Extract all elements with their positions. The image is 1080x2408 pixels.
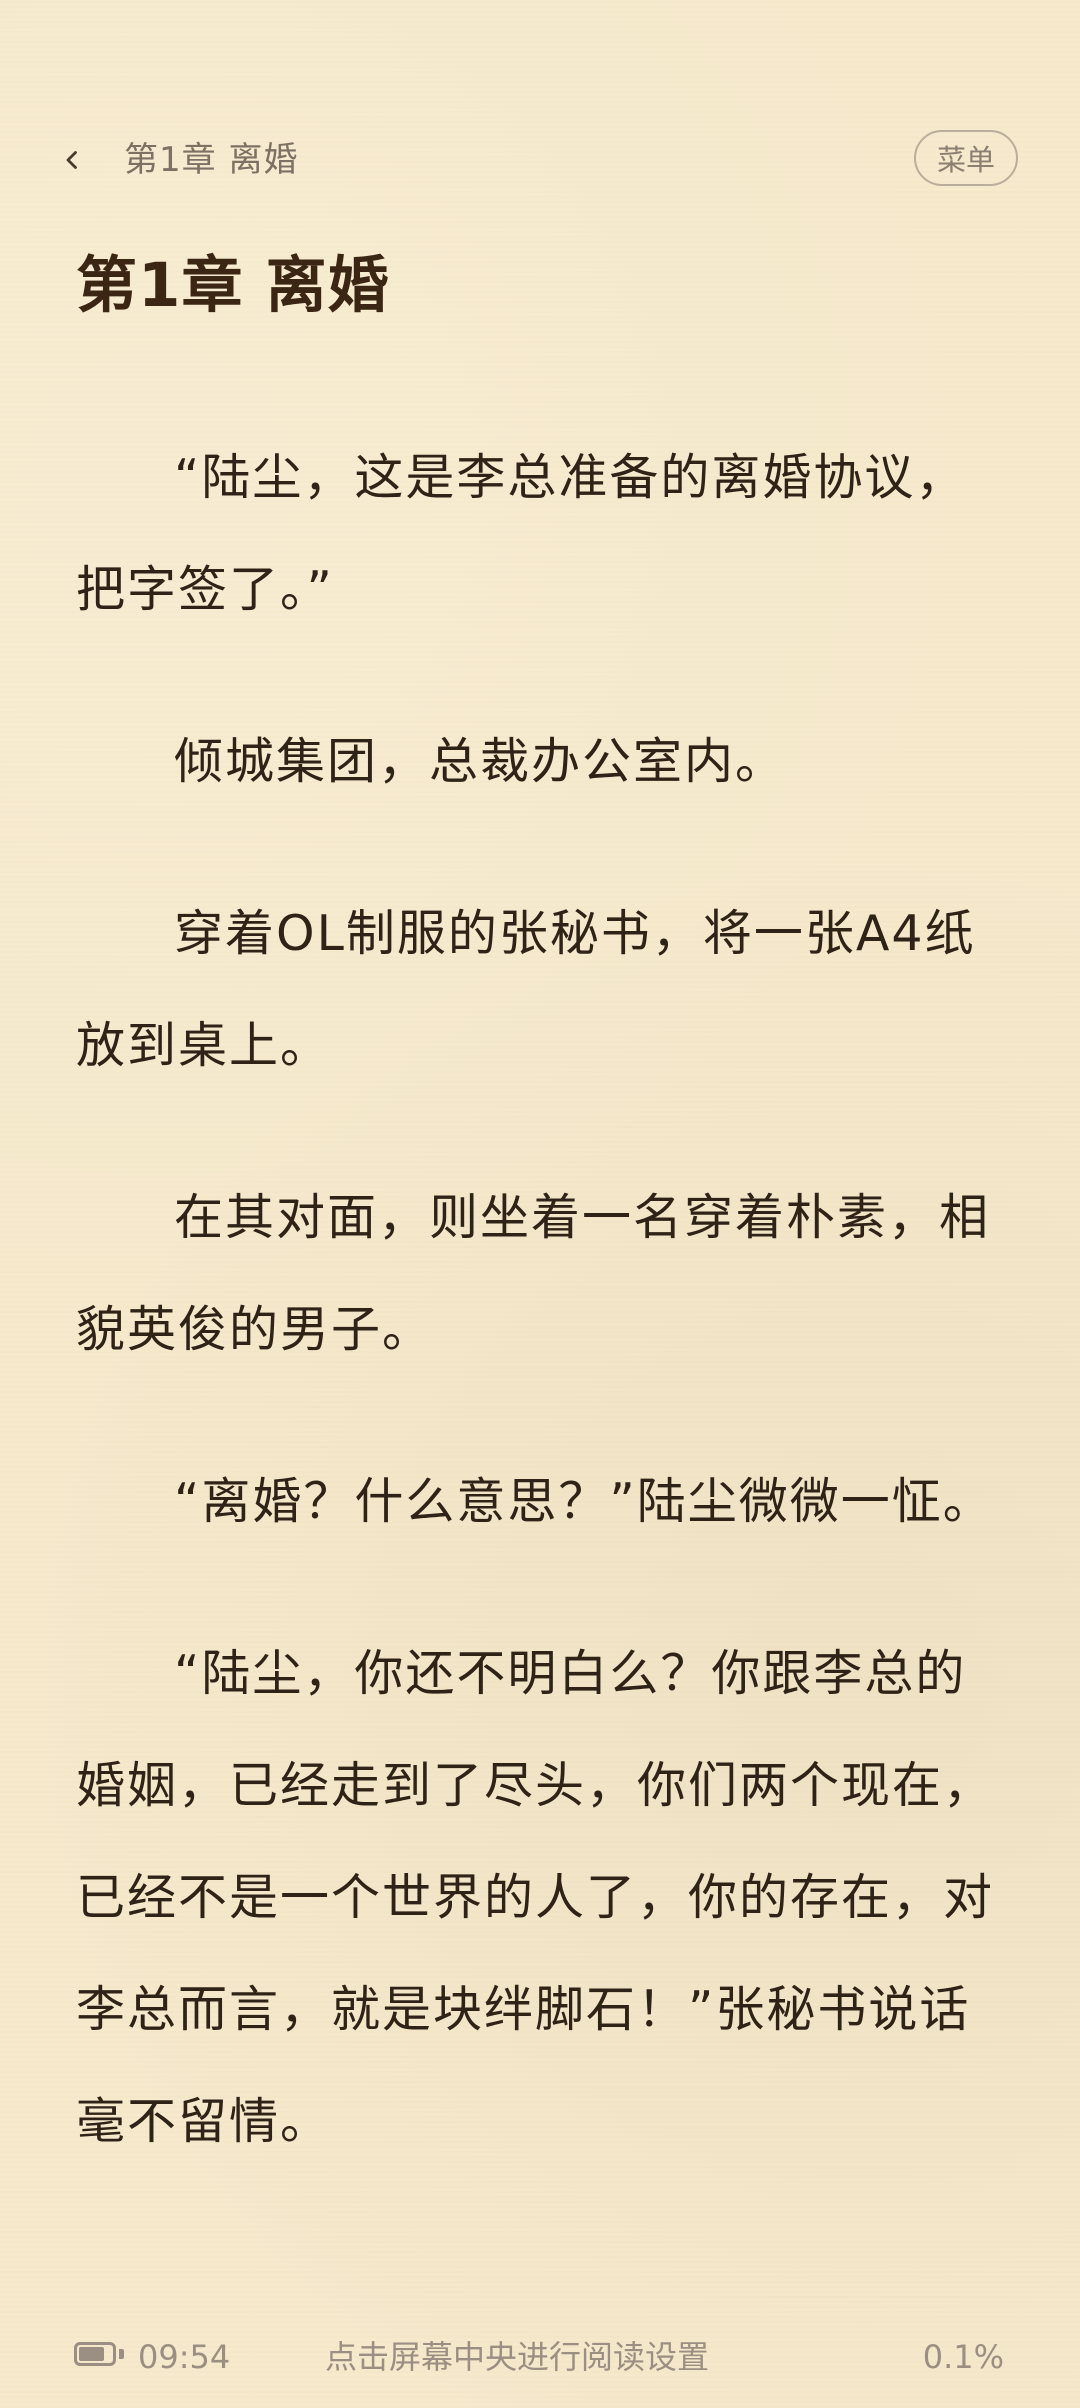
menu-button[interactable]: 菜单 (914, 130, 1018, 186)
chapter-paragraph: 穿着OL制服的张秘书，将一张A4纸放到桌上。 (76, 905, 976, 1074)
reading-progress: 0.1% (922, 2338, 1004, 2376)
chapter-title: 第1章 离婚 (76, 250, 390, 321)
battery-icon (74, 2342, 124, 2368)
chapter-paragraph: “陆尘，这是李总准备的离婚协议，把字签了。” (76, 449, 967, 618)
chevron-left-icon (60, 148, 84, 172)
reading-settings-hint[interactable]: 点击屏幕中央进行阅读设置 (325, 2328, 709, 2386)
chapter-content: “陆尘，这是李总准备的离婚协议，把字签了。” 倾城集团，总裁办公室内。 穿着OL… (76, 422, 1004, 2238)
chapter-paragraph: 倾城集团，总裁办公室内。 (174, 733, 787, 790)
back-button[interactable] (50, 138, 94, 182)
chapter-paragraph: “离婚？什么意思？”陆尘微微一怔。 (174, 1473, 994, 1530)
chapter-paragraph: “陆尘，你还不明白么？你跟李总的婚姻，已经走到了尽头，你们两个现在，已经不是一个… (76, 1645, 995, 2150)
reader-top-bar: 第1章 离婚 菜单 (0, 120, 1080, 200)
reader-status-bar: 09:54 点击屏幕中央进行阅读设置 0.1% (0, 2328, 1080, 2386)
battery-tip (119, 2349, 124, 2359)
battery-level (79, 2347, 104, 2361)
status-time: 09:54 (138, 2338, 231, 2376)
header-chapter-title: 第1章 离婚 (124, 140, 299, 180)
chapter-paragraph: 在其对面，则坐着一名穿着朴素，相貌英俊的男子。 (76, 1189, 991, 1358)
